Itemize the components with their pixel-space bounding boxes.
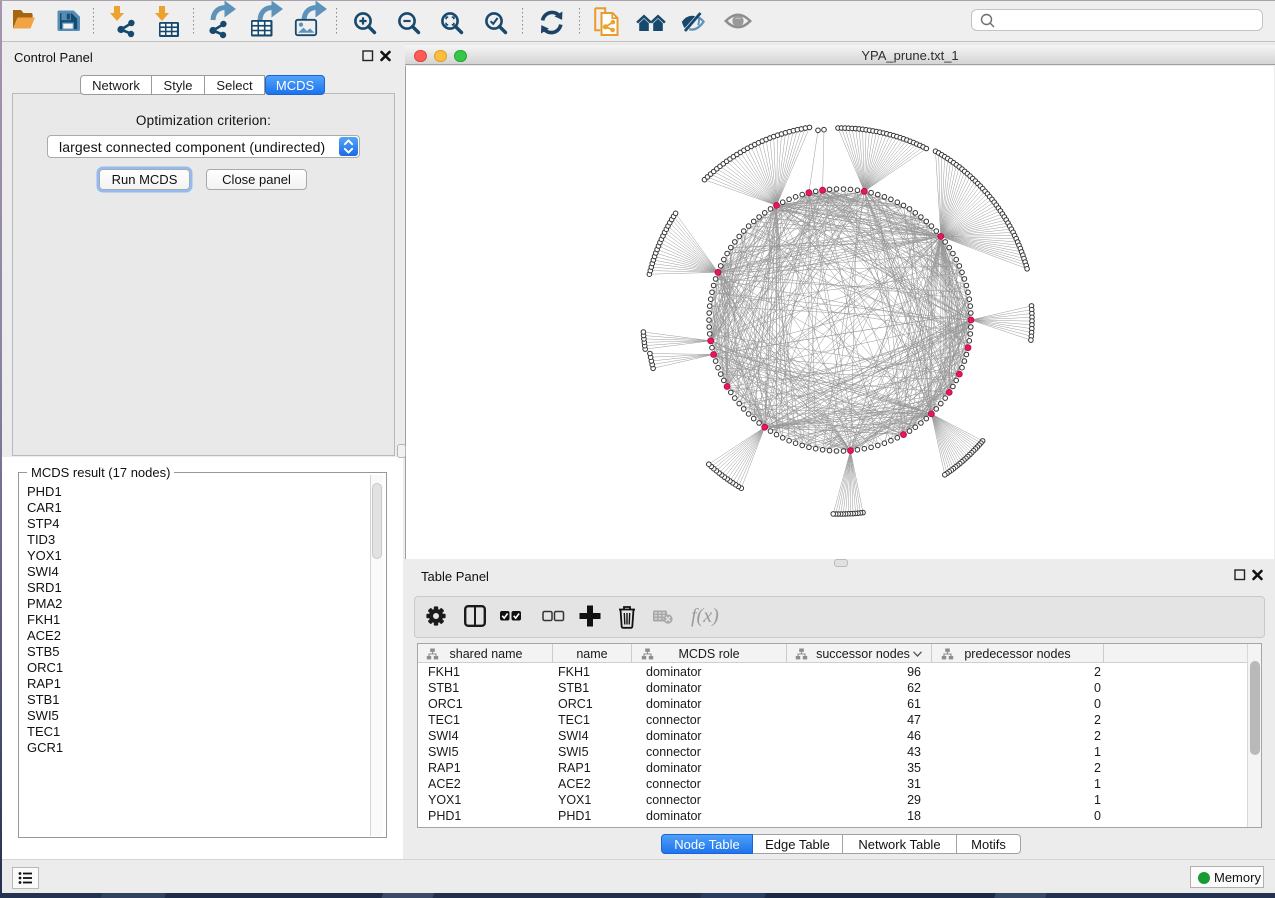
- svg-text:f(x): f(x): [691, 605, 719, 627]
